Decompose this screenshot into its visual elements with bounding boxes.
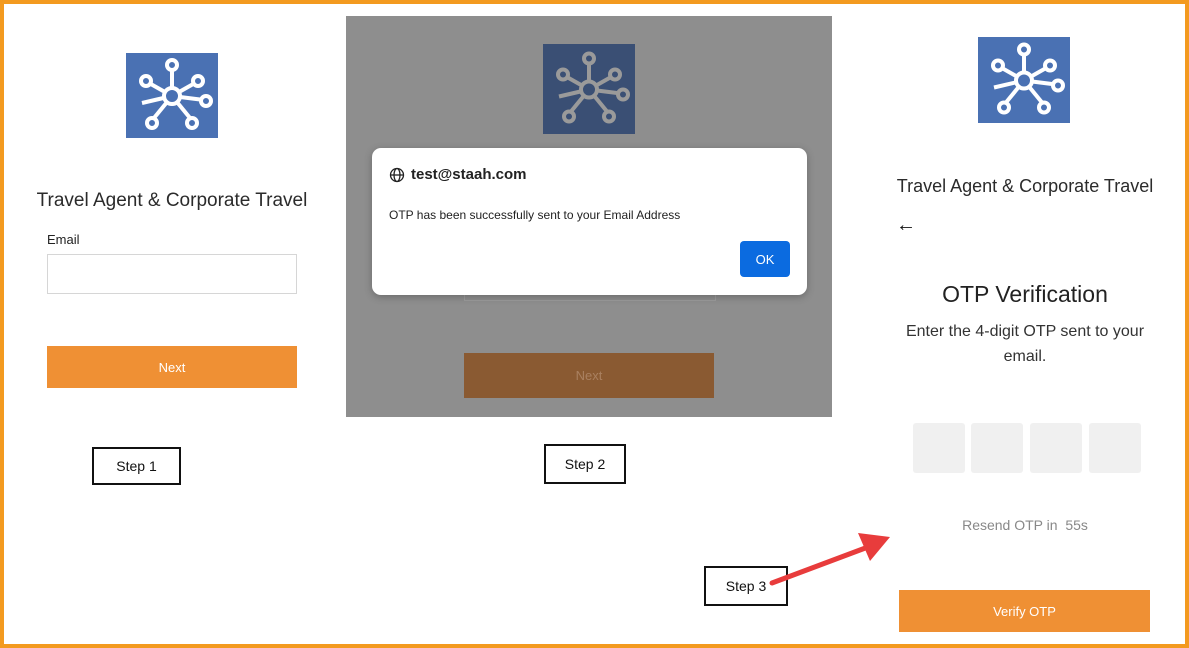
otp-digit-1[interactable] [913,423,965,473]
otp-subtitle: Enter the 4-digit OTP sent to your email… [905,323,1145,365]
resend-text: Resend OTP in [962,517,1058,533]
ok-button[interactable]: OK [740,241,790,277]
verify-otp-button[interactable]: Verify OTP [899,590,1150,632]
arrow-left-icon[interactable]: ← [896,214,916,237]
app-logo [978,37,1070,123]
otp-digit-3[interactable] [1030,423,1082,473]
annotation-arrow-icon [769,533,890,586]
network-hub-icon [139,58,213,130]
page-title: Travel Agent & Corporate Travel [896,176,1154,196]
network-hub-icon [556,51,630,124]
resend-countdown: 55s [1065,517,1088,533]
app-logo-dimmed [543,44,635,134]
dialog-message: OTP has been successfully sent to your E… [389,208,681,222]
step-1-label: Step 1 [92,447,181,485]
globe-icon [389,167,405,182]
otp-digit-4[interactable] [1089,423,1141,473]
otp-sent-dialog: test@staah.com OTP has been successfully… [372,148,807,295]
step-2-label: Step 2 [544,444,626,484]
email-label: Email [47,232,80,247]
dialog-host: test@staah.com [411,166,527,183]
next-button-dimmed: Next [464,353,714,398]
resend-timer: Resend OTP in 55s [880,517,1170,533]
otp-heading: OTP Verification [942,281,1108,307]
dialog-header: test@staah.com [389,166,527,183]
network-hub-icon [991,42,1065,115]
app-logo [126,53,218,138]
page-title: Travel Agent & Corporate Travel [36,190,308,211]
next-button[interactable]: Next [47,346,297,388]
otp-digit-2[interactable] [971,423,1023,473]
email-field[interactable] [47,254,297,294]
